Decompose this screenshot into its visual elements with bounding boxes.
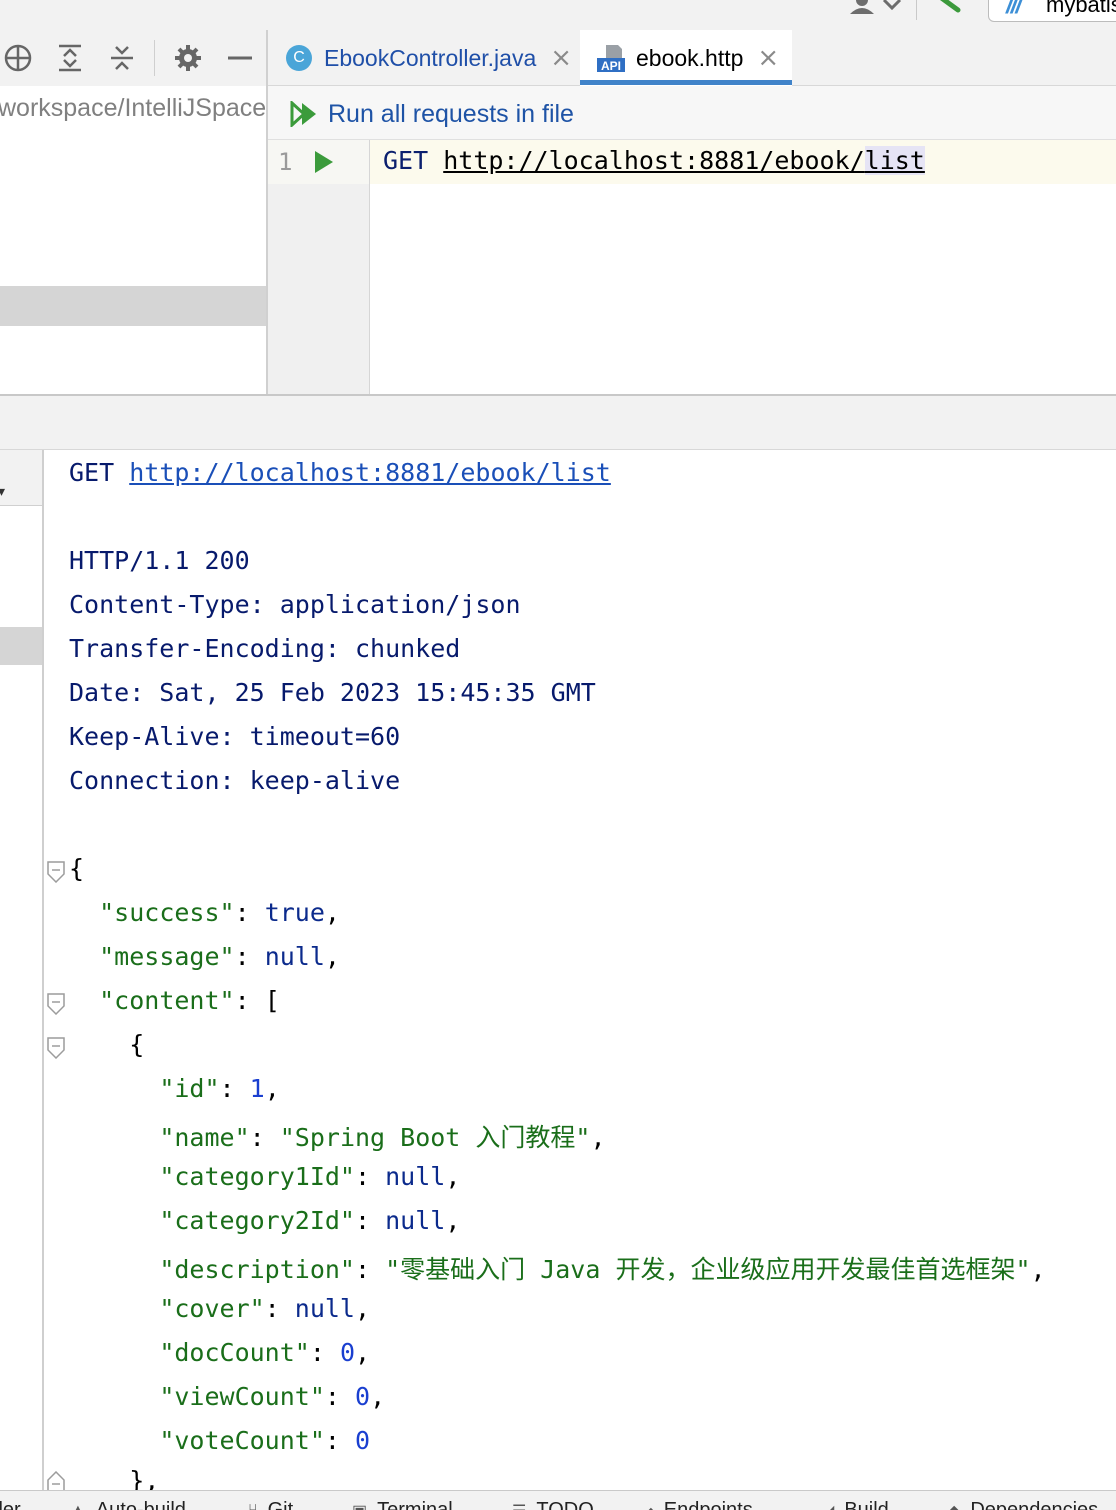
project-tree-selected-row[interactable] [0,286,267,326]
request-url[interactable]: http://localhost:8881/ebook/list [443,146,925,175]
tool-tab-endpoints[interactable]: ⬩ Endpoints [648,1499,753,1510]
tool-tab-auto-build[interactable]: ▲ Auto-build [70,1499,186,1510]
json-line: "description": "零基础入门 Java 开发，企业级应用开发最佳首… [159,1255,1046,1284]
dependencies-icon: ◆ [948,1501,960,1510]
collapse-all-icon[interactable] [106,42,138,74]
minimize-icon[interactable] [224,42,256,74]
run-request-icon[interactable] [312,148,336,176]
response-request-url[interactable]: http://localhost:8881/ebook/list [129,458,611,487]
run-all-requests-button[interactable]: Run all requests in file [290,94,574,134]
response-request-line: GET http://localhost:8881/ebook/list [69,458,611,487]
tool-tab-git[interactable]: ⑂ Git [248,1499,293,1510]
tool-tab-build[interactable]: ◢Build [822,1499,889,1510]
bottom-tool-strip: ller ▲Auto-build ⑂Git ▣Terminal ☰TODO ⬩E… [0,1490,1116,1510]
run-panel-sidebar-header [0,450,42,506]
tool-tab-todo[interactable]: ☰TODO [512,1499,594,1510]
run-panel-sidebar [0,450,42,1490]
build-icon: ◢ [822,1501,834,1510]
response-header: Connection: keep-alive [69,766,401,795]
json-line: "id": 1, [159,1074,280,1103]
svg-text:API: API [601,59,621,73]
tab-label: EbookController.java [324,44,537,71]
fold-marker-icon[interactable] [47,993,65,1016]
toolbar-separator [154,40,155,76]
run-panel-header [0,396,1116,450]
project-path-label: workspace/IntelliJSpace [0,94,267,122]
build-hammer-icon[interactable] [928,0,968,16]
url-highlight: list [864,146,925,175]
response-header: Date: Sat, 25 Feb 2023 15:45:35 GMT [69,678,596,707]
auto-build-icon: ▲ [70,1501,86,1510]
fold-marker-icon[interactable] [47,861,65,884]
run-all-label: Run all requests in file [328,99,574,128]
json-line: "success": true, [99,898,340,927]
line-number: 1 [278,148,293,176]
json-line: "viewCount": 0, [159,1382,386,1411]
user-account-icon[interactable] [848,0,904,16]
tab-ebook-controller[interactable]: C EbookController.java × [280,30,576,86]
close-icon[interactable]: × [550,43,572,73]
run-panel-selected-item[interactable] [0,627,42,665]
response-header: Transfer-Encoding: chunked [69,634,461,663]
dropdown-arrow-icon[interactable]: ▾ [0,484,5,500]
request-method: GET [383,146,429,175]
project-tree[interactable] [0,130,267,395]
json-line: "category1Id": null, [159,1162,461,1191]
request-line[interactable]: GET http://localhost:8881/ebook/list [383,146,925,175]
java-class-icon: C [286,45,312,71]
expand-all-icon[interactable] [54,42,86,74]
json-line: "category2Id": null, [159,1206,461,1235]
json-line: { [129,1030,145,1059]
json-line: "voteCount": 0 [159,1426,371,1455]
tool-tab[interactable]: ller [0,1499,21,1510]
project-root-path[interactable]: workspace/IntelliJSpace [0,86,267,130]
terminal-icon: ▣ [352,1501,367,1510]
todo-icon: ☰ [512,1501,526,1510]
git-icon: ⑂ [248,1501,258,1510]
tool-tab-terminal[interactable]: ▣Terminal [352,1499,453,1510]
api-file-icon: API [596,43,626,73]
response-status-line: HTTP/1.1 200 [69,546,250,575]
tab-ebook-http[interactable]: API ebook.http × [580,30,792,86]
tab-label: ebook.http [636,44,744,71]
tool-tab-dependencies[interactable]: ◆Dependencies [948,1499,1098,1510]
response-header: Content-Type: application/json [69,590,521,619]
mybatis-icon: /// [1006,0,1022,19]
run-all-icon [290,101,316,127]
active-tab-indicator [580,80,792,85]
response-header: Keep-Alive: timeout=60 [69,722,401,751]
fold-marker-icon[interactable] [47,1037,65,1060]
json-line: "docCount": 0, [159,1338,371,1367]
locate-target-icon[interactable] [2,42,34,74]
json-line: "content": [ [99,986,280,1015]
endpoints-icon: ⬩ [648,1501,654,1510]
run-configuration-label: mybatis [1046,0,1116,17]
gear-icon[interactable] [172,42,204,74]
json-line: "name": "Spring Boot 入门教程", [159,1123,606,1152]
json-line: "message": null, [99,942,340,971]
toolbar-separator [916,0,917,20]
json-line: { [69,854,85,883]
close-icon[interactable]: × [757,43,779,73]
json-line: "cover": null, [159,1294,371,1323]
